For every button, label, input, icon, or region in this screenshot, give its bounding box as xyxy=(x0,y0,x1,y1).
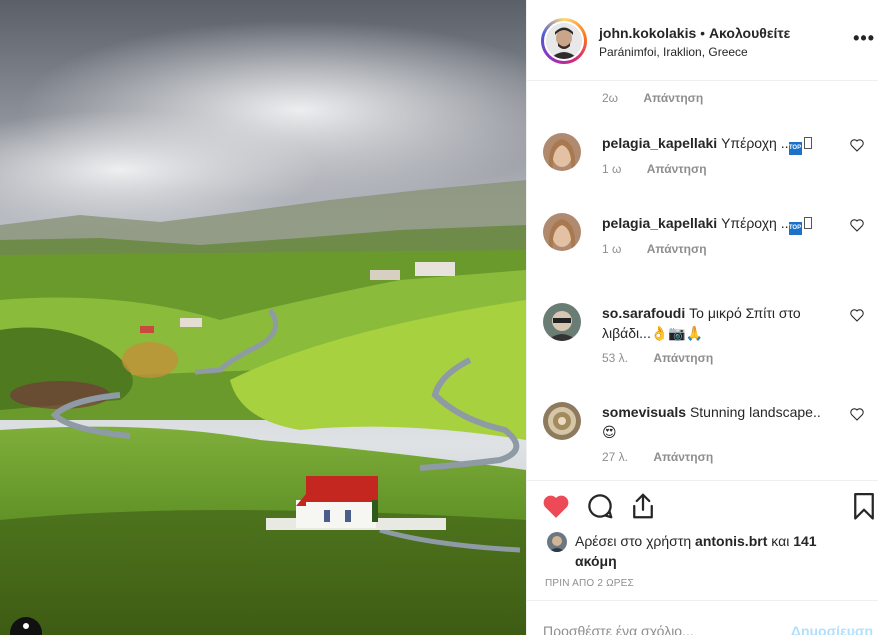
emoji-tail: 👌📷🙏 xyxy=(650,325,704,341)
more-horizontal-icon[interactable]: ••• xyxy=(853,28,875,49)
comments-list[interactable]: 2ω Απάντηση pelagia_kapellaki Υπέροχη ..… xyxy=(527,82,878,480)
liked-by-text: Αρέσει στο χρήστη antonis.brt και 141 ακ… xyxy=(575,531,845,571)
comment-meta: 53 λ. Απάντηση xyxy=(602,351,713,365)
post-side-panel: john.kokolakis • Ακολουθείτε Paránimfoi,… xyxy=(526,0,878,635)
reply-button[interactable]: Απάντηση xyxy=(647,242,707,256)
missing-glyph-icon xyxy=(803,217,812,229)
bookmark-icon[interactable] xyxy=(849,491,878,521)
post-comment-button[interactable]: Δημοσίευση xyxy=(791,623,873,635)
commenter-avatar[interactable] xyxy=(543,213,581,251)
follow-status[interactable]: Ακολουθείτε xyxy=(709,25,790,41)
post-photo[interactable] xyxy=(0,0,526,635)
post-location[interactable]: Paránimfoi, Iraklion, Greece xyxy=(599,45,748,59)
commenter-username[interactable]: pelagia_kapellaki xyxy=(602,135,717,151)
comment-time: 2ω xyxy=(602,91,619,105)
comment-meta: 1 ω Απάντηση xyxy=(602,162,707,176)
comment-time: 27 λ. xyxy=(602,450,629,464)
heart-outline-icon[interactable] xyxy=(849,406,865,422)
heart-filled-icon[interactable] xyxy=(541,491,571,521)
comment-body: Stunning landscape.. xyxy=(689,404,821,420)
heart-outline-icon[interactable] xyxy=(849,217,865,233)
missing-glyph-icon xyxy=(803,137,812,149)
post-timestamp[interactable]: ΠΡΙΝ ΑΠΟ 2 ΩΡΕΣ xyxy=(545,578,634,589)
commenter-avatar[interactable] xyxy=(543,133,581,171)
heart-outline-icon[interactable] xyxy=(849,307,865,323)
reply-button[interactable]: Απάντηση xyxy=(653,450,713,464)
comment-text: so.sarafoudi Το μικρό Σπίτι στο λιβάδι..… xyxy=(602,303,830,343)
comment-icon[interactable] xyxy=(585,491,615,521)
top-emoji-icon: TOP xyxy=(788,222,802,235)
author-avatar[interactable] xyxy=(541,18,587,64)
commenter-avatar[interactable] xyxy=(543,402,581,440)
emoji-tail: 😍 xyxy=(602,424,617,440)
reply-button[interactable]: Απάντηση xyxy=(653,351,713,365)
comment-meta: 1 ω Απάντηση xyxy=(602,242,707,256)
heart-outline-icon[interactable] xyxy=(849,137,865,153)
reply-button[interactable]: Απάντηση xyxy=(643,91,703,105)
add-comment-bar: Προσθέστε ένα σχόλιο... Δημοσίευση xyxy=(527,600,878,635)
liker-username[interactable]: antonis.brt xyxy=(695,533,767,549)
commenter-username[interactable]: pelagia_kapellaki xyxy=(602,215,717,231)
top-emoji-icon: TOP xyxy=(788,142,802,155)
liked-by-suffix: και xyxy=(771,533,790,549)
comment-text: pelagia_kapellaki Υπέροχη ..TOP xyxy=(602,133,830,155)
author-username[interactable]: john.kokolakis xyxy=(599,25,696,41)
commenter-username[interactable]: so.sarafoudi xyxy=(602,305,685,321)
share-icon[interactable] xyxy=(628,491,658,521)
comment-text: pelagia_kapellaki Υπέροχη ..TOP xyxy=(602,213,830,235)
post-header: john.kokolakis • Ακολουθείτε Paránimfoi,… xyxy=(527,0,878,81)
comment-meta: 2ω Απάντηση xyxy=(602,91,703,105)
comment-time: 1 ω xyxy=(602,242,622,256)
commenter-avatar[interactable] xyxy=(543,303,581,341)
comment-body: Υπέροχη .. xyxy=(721,215,789,231)
comment-body: Υπέροχη .. xyxy=(721,135,789,151)
liker-avatar[interactable] xyxy=(547,532,567,552)
comment-time: 53 λ. xyxy=(602,351,629,365)
separator-dot: • xyxy=(700,25,706,41)
post-actions: Αρέσει στο χρήστη antonis.brt και 141 ακ… xyxy=(527,480,878,600)
author-line: john.kokolakis • Ακολουθείτε xyxy=(599,25,790,41)
landscape-image xyxy=(0,0,526,635)
comment-input[interactable]: Προσθέστε ένα σχόλιο... xyxy=(543,623,694,635)
commenter-username[interactable]: somevisuals xyxy=(602,404,686,420)
liked-by-prefix: Αρέσει στο χρήστη xyxy=(575,533,692,549)
comment-meta: 27 λ. Απάντηση xyxy=(602,450,713,464)
comment-time: 1 ω xyxy=(602,162,622,176)
comment-text: somevisuals Stunning landscape.. 😍 xyxy=(602,402,830,442)
reply-button[interactable]: Απάντηση xyxy=(647,162,707,176)
